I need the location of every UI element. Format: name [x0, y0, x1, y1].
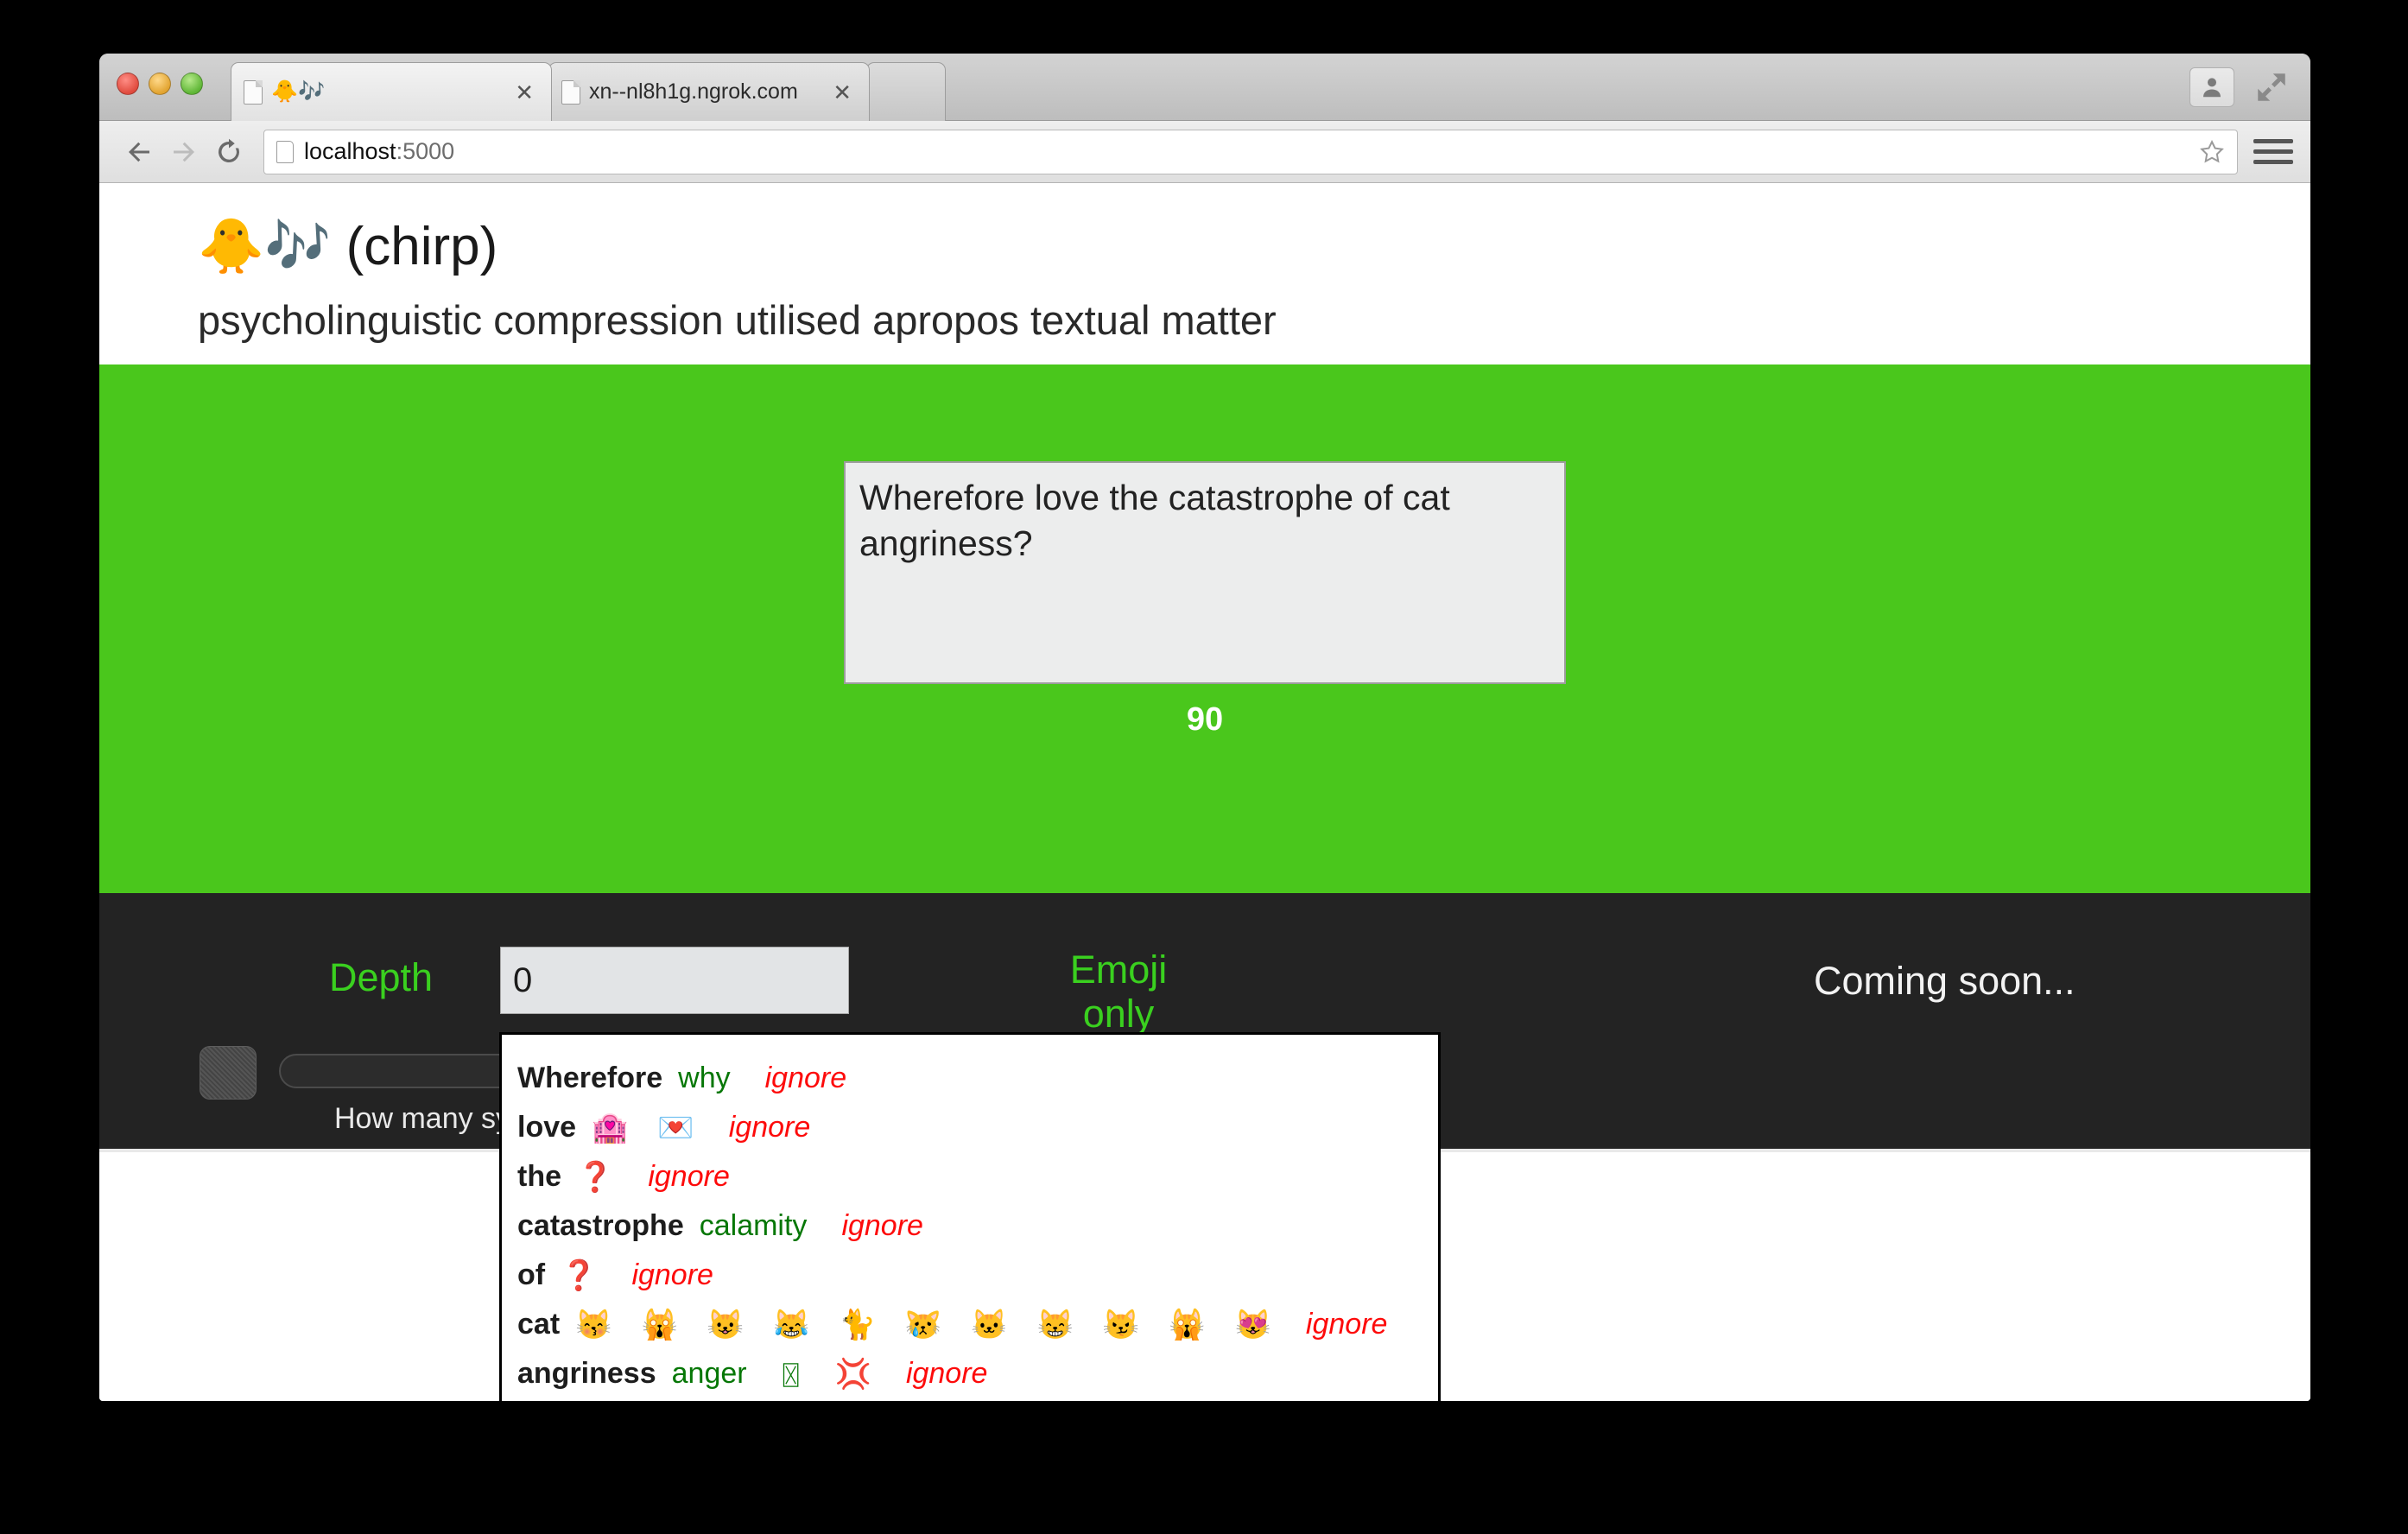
page-subtitle: psycholinguistic compression utilised ap… [198, 297, 1277, 344]
hamburger-bar [2253, 160, 2293, 164]
cat-wry-emoji-icon[interactable]: 😼 [1103, 1310, 1139, 1340]
suggestion-row: angriness anger 〿 💢 ignore [517, 1349, 1423, 1398]
cat-joy-emoji-icon[interactable]: 😹 [773, 1310, 809, 1340]
character-counter: 90 [1186, 701, 1224, 738]
suggestion-ignore-link[interactable]: ignore [631, 1258, 713, 1292]
arrow-left-icon [129, 142, 149, 162]
cat-animal-emoji-icon[interactable]: 🐈 [840, 1310, 876, 1340]
address-url-text: localhost:5000 [304, 138, 455, 164]
emoji-only-line2: only [1082, 991, 1155, 1036]
text-input-textarea[interactable] [844, 461, 1566, 685]
page-title: 🐥🎶 (chirp) [198, 217, 498, 276]
compose-area: 90 [99, 461, 2310, 738]
forward-button[interactable] [162, 130, 206, 174]
browser-tab-chirp[interactable]: 🐥🎶 ✕ [231, 62, 552, 121]
suggestion-ignore-link[interactable]: ignore [906, 1357, 988, 1391]
suggestion-source-word: the [517, 1160, 561, 1193]
tab-close-icon[interactable]: ✕ [827, 81, 857, 104]
question-mark-emoji-icon[interactable]: ❓ [577, 1163, 613, 1192]
suggestion-source-word: Wherefore [517, 1062, 663, 1094]
cat-weary-emoji-icon[interactable]: 🙀 [641, 1310, 677, 1340]
emoji-only-label: Emoji only [1028, 948, 1209, 1036]
love-hotel-emoji-icon[interactable]: 🏩 [592, 1113, 628, 1143]
back-button[interactable] [117, 130, 162, 174]
suggestion-row: the ❓ ignore [517, 1152, 1423, 1201]
cat-face-emoji-icon[interactable]: 🐱 [971, 1310, 1007, 1340]
browser-tab-strip: 🐥🎶 ✕ xn--nl8h1g.ngrok.com ✕ [99, 54, 2310, 121]
suggestion-synonym[interactable]: calamity [700, 1209, 808, 1243]
love-letter-emoji-icon[interactable]: 💌 [657, 1113, 694, 1143]
depth-slider-thumb[interactable] [200, 1046, 257, 1100]
suggestion-synonym[interactable]: why [678, 1062, 730, 1095]
cat-kissing-emoji-icon[interactable]: 😽 [575, 1310, 612, 1340]
fullscreen-icon[interactable] [2253, 69, 2290, 105]
suggestion-synonym-missing-glyph[interactable]: 〿 [776, 1353, 806, 1395]
reload-icon [218, 138, 239, 162]
suggestion-ignore-link[interactable]: ignore [648, 1160, 730, 1194]
profile-person-button[interactable] [2189, 67, 2234, 107]
browser-address-bar: localhost:5000 [99, 121, 2310, 183]
suggestion-row: catastrophe calamity ignore [517, 1201, 1423, 1251]
tab-close-icon[interactable]: ✕ [510, 81, 539, 104]
question-mark-emoji-icon[interactable]: ❓ [561, 1261, 597, 1290]
suggestion-ignore-link[interactable]: ignore [765, 1062, 847, 1095]
browser-tab-ngrok[interactable]: xn--nl8h1g.ngrok.com ✕ [548, 62, 870, 121]
suggestion-source-word: angriness [517, 1357, 656, 1390]
suggestion-source-word: cat [517, 1308, 561, 1341]
address-url-input[interactable]: localhost:5000 [263, 129, 2238, 174]
page-favicon-icon [276, 140, 294, 163]
person-icon [2203, 78, 2221, 98]
cat-smiling-emoji-icon[interactable]: 😸 [1037, 1310, 1074, 1340]
suggestion-source-word: catastrophe [517, 1209, 684, 1242]
reload-button[interactable] [206, 130, 251, 174]
browser-menu-button[interactable] [2253, 133, 2293, 171]
browser-tab-empty[interactable] [866, 62, 946, 121]
cat-scream-emoji-icon[interactable]: 🙀 [1169, 1310, 1205, 1340]
browser-window: 🐥🎶 ✕ xn--nl8h1g.ngrok.com ✕ localhost:50… [99, 54, 2310, 1401]
tab-favicon-icon [561, 79, 580, 105]
tab-title: xn--nl8h1g.ngrok.com [589, 79, 798, 104]
suggestion-row: love 🏩 💌 ignore [517, 1103, 1423, 1152]
suggestion-popup-panel: Wherefore why ignore love 🏩 💌 ignore the… [499, 1032, 1441, 1401]
window-button-group [2189, 67, 2290, 107]
suggestion-ignore-link[interactable]: ignore [1306, 1308, 1388, 1341]
coming-soon-label: Coming soon... [1814, 959, 2075, 1004]
page-header: 🐥🎶 (chirp) psycholinguistic compression … [99, 183, 2310, 365]
anger-symbol-emoji-icon[interactable]: 💢 [835, 1360, 871, 1389]
suggestion-row: Wherefore why ignore [517, 1054, 1423, 1103]
suggestion-source-word: love [517, 1111, 577, 1144]
arrow-right-icon [174, 142, 194, 162]
hamburger-bar [2253, 139, 2293, 143]
suggestion-source-word: of [517, 1258, 546, 1291]
window-minimize-button[interactable] [149, 73, 171, 95]
suggestion-ignore-link[interactable]: ignore [729, 1111, 811, 1144]
cat-grinning-emoji-icon[interactable]: 😺 [707, 1310, 744, 1340]
cat-heart-eyes-emoji-icon[interactable]: 😻 [1235, 1310, 1271, 1340]
cat-crying-emoji-icon[interactable]: 😿 [905, 1310, 941, 1340]
tab-title: 🐥🎶 [271, 79, 326, 104]
window-traffic-lights [117, 73, 203, 95]
window-zoom-button[interactable] [181, 73, 203, 95]
suggestion-row: cat 😽 🙀 😺 😹 🐈 😿 🐱 😸 😼 🙀 😻 ignore [517, 1300, 1423, 1349]
web-page-content: 🐥🎶 (chirp) psycholinguistic compression … [99, 183, 2310, 1401]
depth-label: Depth [329, 955, 434, 1000]
depth-number-input[interactable] [500, 947, 849, 1015]
hamburger-bar [2253, 149, 2293, 154]
tab-favicon-icon [244, 79, 263, 105]
suggestion-row: of ❓ ignore [517, 1251, 1423, 1300]
suggestion-ignore-link[interactable]: ignore [841, 1209, 923, 1243]
emoji-only-line1: Emoji [1069, 948, 1168, 992]
bookmark-star-icon[interactable] [2199, 139, 2225, 165]
window-close-button[interactable] [117, 73, 139, 95]
compose-green-panel: 90 [99, 364, 2310, 894]
suggestion-synonym[interactable]: anger [672, 1357, 747, 1391]
